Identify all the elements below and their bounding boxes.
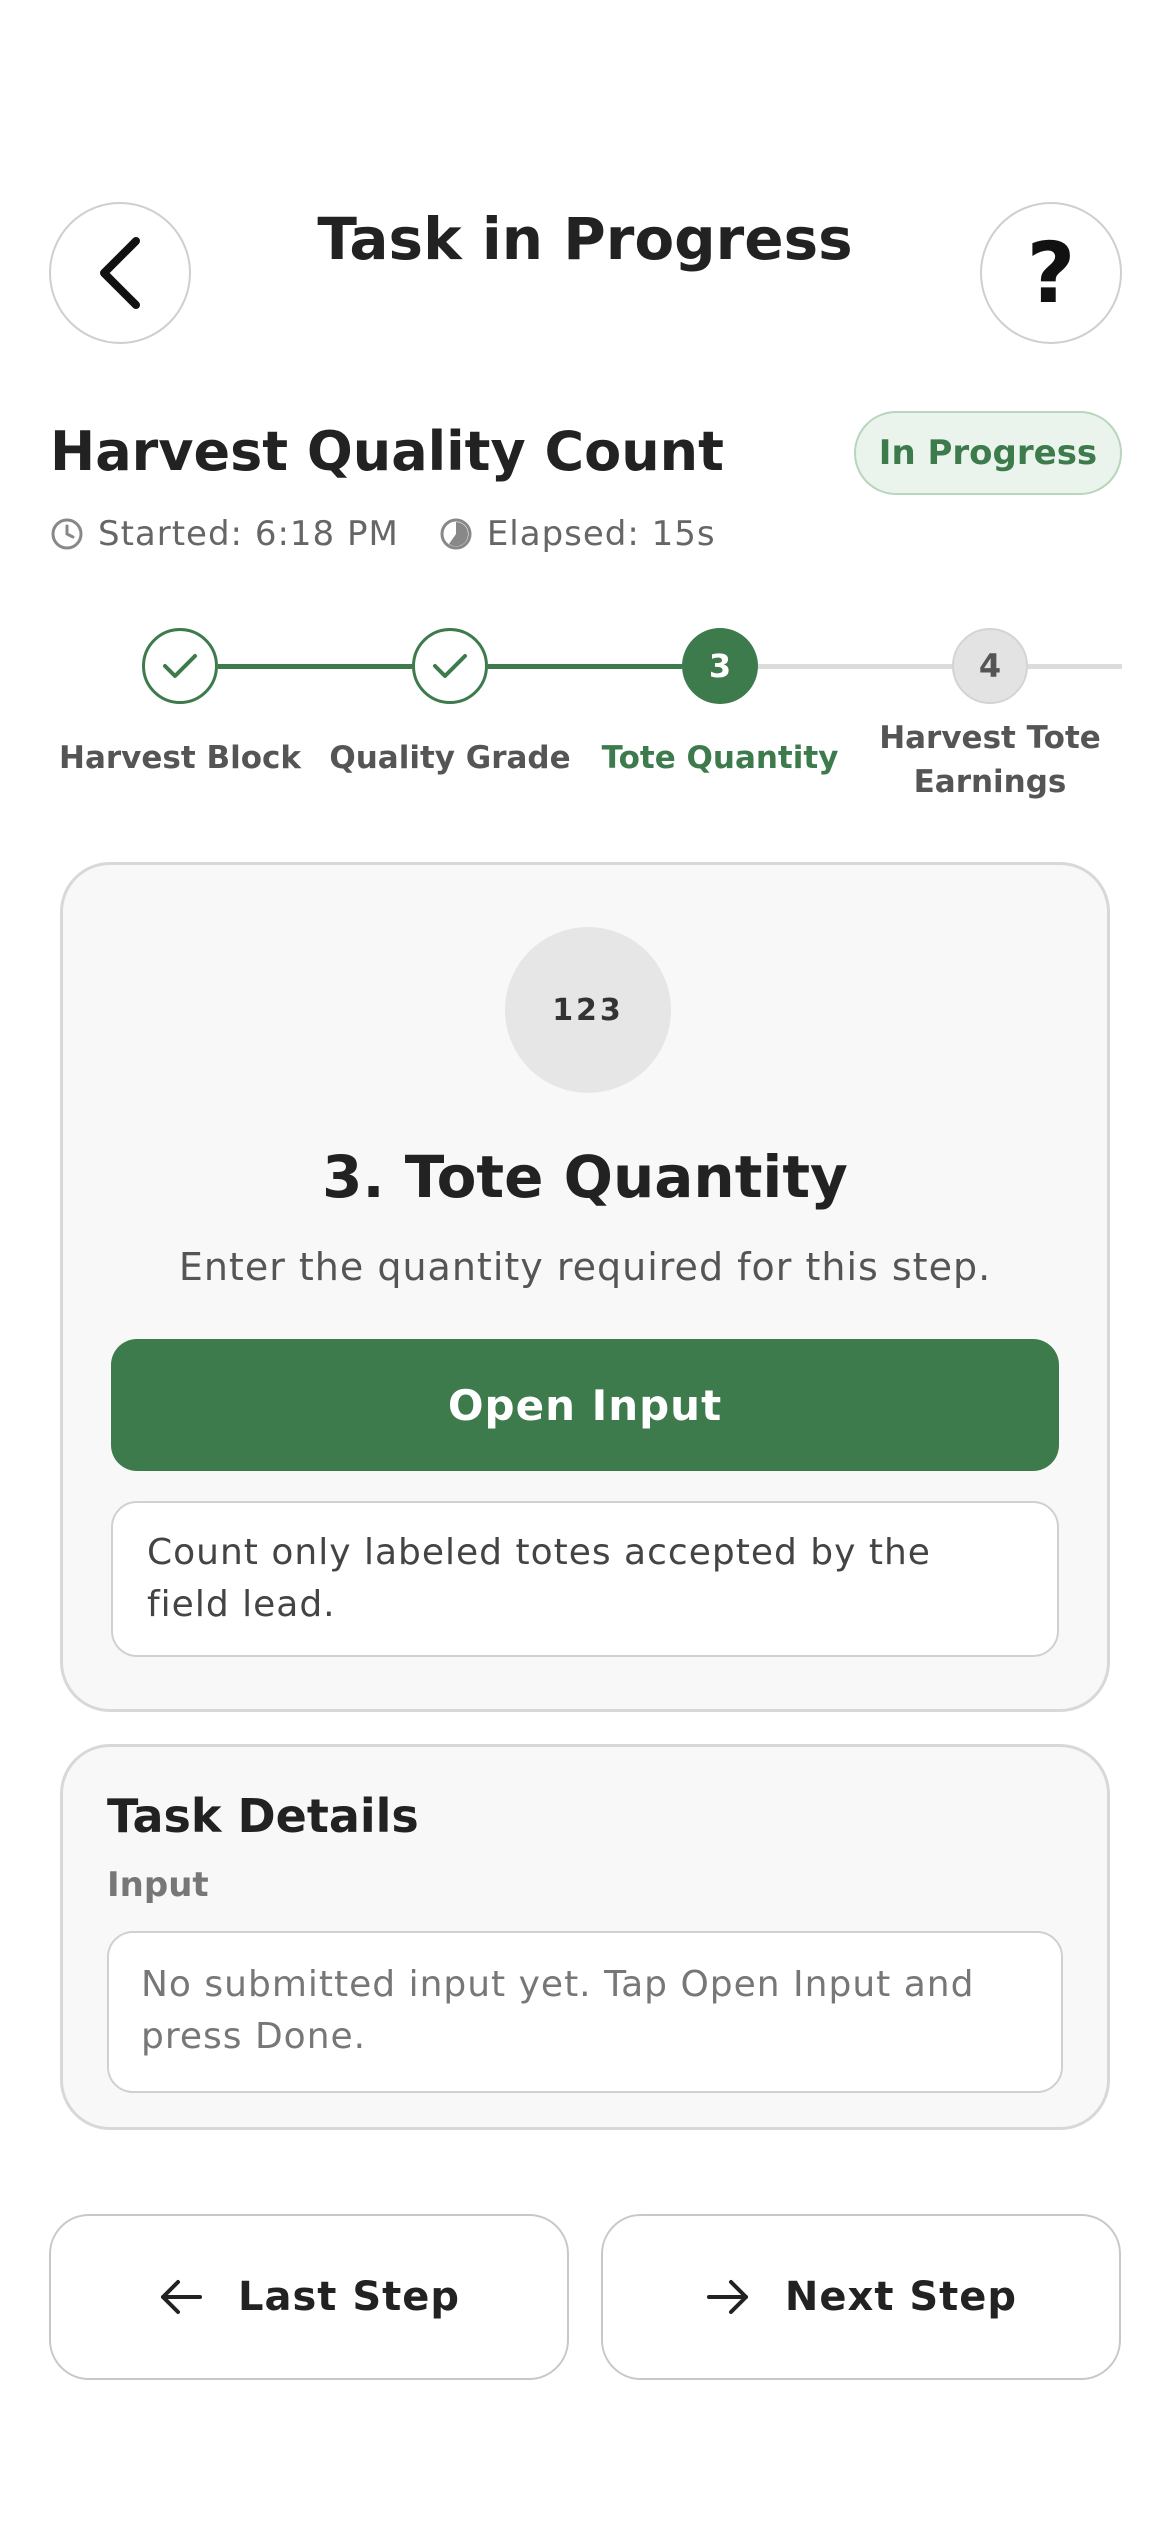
step-connector [1028,664,1122,669]
progress-stepper: 3 4 Harvest Block Quality Grade Tote Qua… [0,620,1170,810]
arrow-left-icon [160,2280,202,2314]
step-3-label: Tote Quantity [601,740,839,776]
task-details-card: Task Details Input No submitted input ye… [60,1744,1110,2130]
check-icon [163,654,197,678]
task-screen: Task in Progress ? Harvest Quality Count… [0,0,1170,2532]
details-subtitle: Input [107,1865,209,1905]
step-1-indicator[interactable] [142,628,218,704]
task-meta: Started: 6:18 PM Elapsed: 15s [50,514,756,554]
step-note: Count only labeled totes accepted by the… [111,1501,1059,1657]
last-step-label: Last Step [237,2274,461,2320]
help-button[interactable]: ? [980,202,1122,344]
step-1-label: Harvest Block [59,740,301,776]
elapsed-info: Elapsed: 15s [439,514,716,554]
started-text: Started: 6:18 PM [98,514,399,554]
help-icon: ? [1026,224,1076,322]
elapsed-text: Elapsed: 15s [486,514,716,554]
details-title: Task Details [107,1789,419,1843]
status-badge: In Progress [854,411,1122,495]
last-step-button[interactable]: Last Step [49,2214,569,2380]
step-2-indicator[interactable] [412,628,488,704]
number-pad-icon: 123 [505,927,671,1093]
arrow-right-icon [706,2280,748,2314]
step-2-label: Quality Grade [329,740,571,776]
clock-icon [51,518,83,550]
timer-icon [440,518,472,550]
step-connector [758,664,952,669]
started-info: Started: 6:18 PM [50,514,399,554]
step-4-label: Harvest Tote Earnings [879,720,1101,800]
next-step-button[interactable]: Next Step [601,2214,1121,2380]
step-connector [488,664,682,669]
step-connector [218,664,412,669]
submitted-input-box: No submitted input yet. Tap Open Input a… [107,1931,1063,2093]
open-input-button[interactable]: Open Input [111,1339,1059,1471]
check-icon [433,654,467,678]
step-heading: 3. Tote Quantity [322,1143,848,1211]
step-4-indicator[interactable]: 4 [952,628,1028,704]
step-description: Enter the quantity required for this ste… [178,1245,992,1289]
step-3-indicator[interactable]: 3 [682,628,758,704]
task-title: Harvest Quality Count [50,420,724,483]
current-step-card: 123 3. Tote Quantity Enter the quantity … [60,862,1110,1712]
next-step-label: Next Step [784,2274,1018,2320]
